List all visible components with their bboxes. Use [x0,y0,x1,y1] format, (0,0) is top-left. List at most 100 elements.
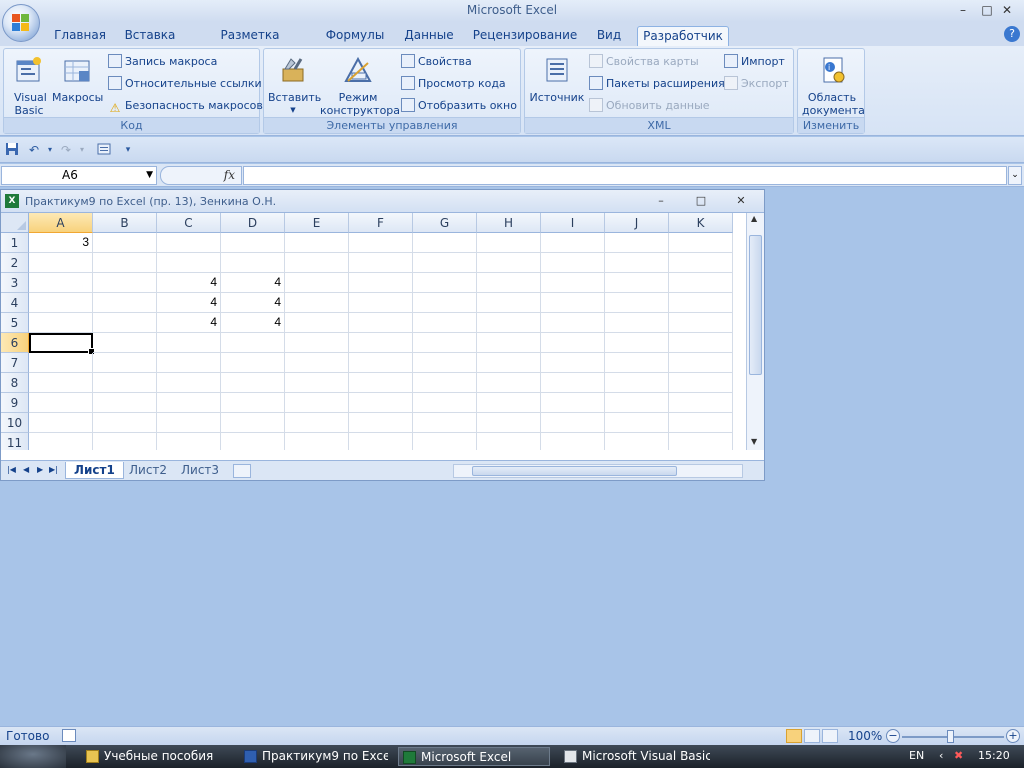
cell-j10[interactable] [605,413,669,433]
cell-h5[interactable] [477,313,541,333]
cell-g2[interactable] [413,253,477,273]
document-panel-button[interactable]: i Область документа [802,55,865,117]
cell-a1[interactable]: 3 [29,233,93,253]
cell-c9[interactable] [157,393,221,413]
normal-view-icon[interactable] [786,729,802,743]
column-header-b[interactable]: B [93,213,157,233]
cell-a8[interactable] [29,373,93,393]
cell-i8[interactable] [541,373,605,393]
zoom-slider-knob[interactable] [947,730,954,743]
cell-g6[interactable] [413,333,477,353]
task-item-vba[interactable]: Microsoft Visual Basic ... [560,747,710,766]
tab-data[interactable]: Данные [398,26,460,46]
cell-c3[interactable]: 4 [157,273,221,293]
redo-icon[interactable]: ↷ [58,142,74,158]
cell-c1[interactable] [157,233,221,253]
column-header-g[interactable]: G [413,213,477,233]
cell-d7[interactable] [221,353,285,373]
cell-a10[interactable] [29,413,93,433]
cell-a3[interactable] [29,273,93,293]
cell-k6[interactable] [669,333,733,353]
cell-d10[interactable] [221,413,285,433]
cell-i3[interactable] [541,273,605,293]
cell-d2[interactable] [221,253,285,273]
row-header-10[interactable]: 10 [1,413,29,433]
cell-f5[interactable] [349,313,413,333]
task-item-excel[interactable]: Microsoft Excel [398,747,550,766]
cell-k3[interactable] [669,273,733,293]
row-header-4[interactable]: 4 [1,293,29,313]
cell-g7[interactable] [413,353,477,373]
cell-j8[interactable] [605,373,669,393]
visual-basic-button[interactable]: Visual Basic [8,55,50,117]
minimize-button[interactable]: – [952,2,974,18]
cell-j11[interactable] [605,433,669,450]
row-header-9[interactable]: 9 [1,393,29,413]
sheet-tab-2[interactable]: Лист2 [129,462,167,479]
column-header-k[interactable]: K [669,213,733,233]
cell-a5[interactable] [29,313,93,333]
row-header-6[interactable]: 6 [1,333,29,353]
show-window-button[interactable]: Отобразить окно [401,97,517,115]
next-sheet-icon[interactable]: ▶ [37,465,43,474]
cell-d5[interactable]: 4 [221,313,285,333]
row-header-7[interactable]: 7 [1,353,29,373]
cell-a9[interactable] [29,393,93,413]
help-icon[interactable]: ? [1004,26,1020,42]
cell-c2[interactable] [157,253,221,273]
cell-g8[interactable] [413,373,477,393]
cell-j3[interactable] [605,273,669,293]
close-button[interactable]: ✕ [996,2,1018,18]
cell-d6[interactable] [221,333,285,353]
name-box[interactable]: A6 ▼ [1,166,157,185]
cell-e5[interactable] [285,313,349,333]
cell-a4[interactable] [29,293,93,313]
cell-k11[interactable] [669,433,733,450]
horizontal-scrollbar[interactable] [453,464,743,478]
cell-f3[interactable] [349,273,413,293]
cell-d11[interactable] [221,433,285,450]
tab-review[interactable]: Рецензирование [470,26,580,46]
macro-security-button[interactable]: ⚠ Безопасность макросов [108,97,263,115]
cell-g5[interactable] [413,313,477,333]
cell-h6[interactable] [477,333,541,353]
cell-j9[interactable] [605,393,669,413]
column-header-c[interactable]: C [157,213,221,233]
cell-b10[interactable] [93,413,157,433]
import-button[interactable]: Импорт [724,53,785,71]
cell-f4[interactable] [349,293,413,313]
cell-g11[interactable] [413,433,477,450]
design-mode-button[interactable]: Режим конструктора [320,55,400,117]
cell-i4[interactable] [541,293,605,313]
cell-b8[interactable] [93,373,157,393]
cell-a6[interactable] [29,333,95,355]
cell-h2[interactable] [477,253,541,273]
zoom-level[interactable]: 100% [848,729,882,743]
save-icon[interactable] [4,142,20,158]
cell-f8[interactable] [349,373,413,393]
cell-e2[interactable] [285,253,349,273]
cell-h3[interactable] [477,273,541,293]
workbook-restore-button[interactable]: □ [693,194,709,208]
cell-i5[interactable] [541,313,605,333]
horizontal-scroll-thumb[interactable] [472,466,677,476]
insert-sheet-icon[interactable] [233,464,251,478]
cell-i11[interactable] [541,433,605,450]
macros-button[interactable]: Макросы [52,55,103,104]
column-header-j[interactable]: J [605,213,669,233]
xml-source-button[interactable]: Источник [529,55,585,104]
task-item-folder[interactable]: Учебные пособия [82,747,230,766]
expansion-packs-button[interactable]: Пакеты расширения [589,75,725,93]
tab-developer[interactable]: Разработчик [637,26,729,46]
cell-g9[interactable] [413,393,477,413]
column-header-i[interactable]: I [541,213,605,233]
row-header-11[interactable]: 11 [1,433,29,450]
office-button[interactable] [2,4,40,42]
cell-a11[interactable] [29,433,93,450]
cell-i9[interactable] [541,393,605,413]
cell-b7[interactable] [93,353,157,373]
cell-i7[interactable] [541,353,605,373]
name-box-dropdown-icon[interactable]: ▼ [146,167,153,184]
column-header-h[interactable]: H [477,213,541,233]
cell-c8[interactable] [157,373,221,393]
